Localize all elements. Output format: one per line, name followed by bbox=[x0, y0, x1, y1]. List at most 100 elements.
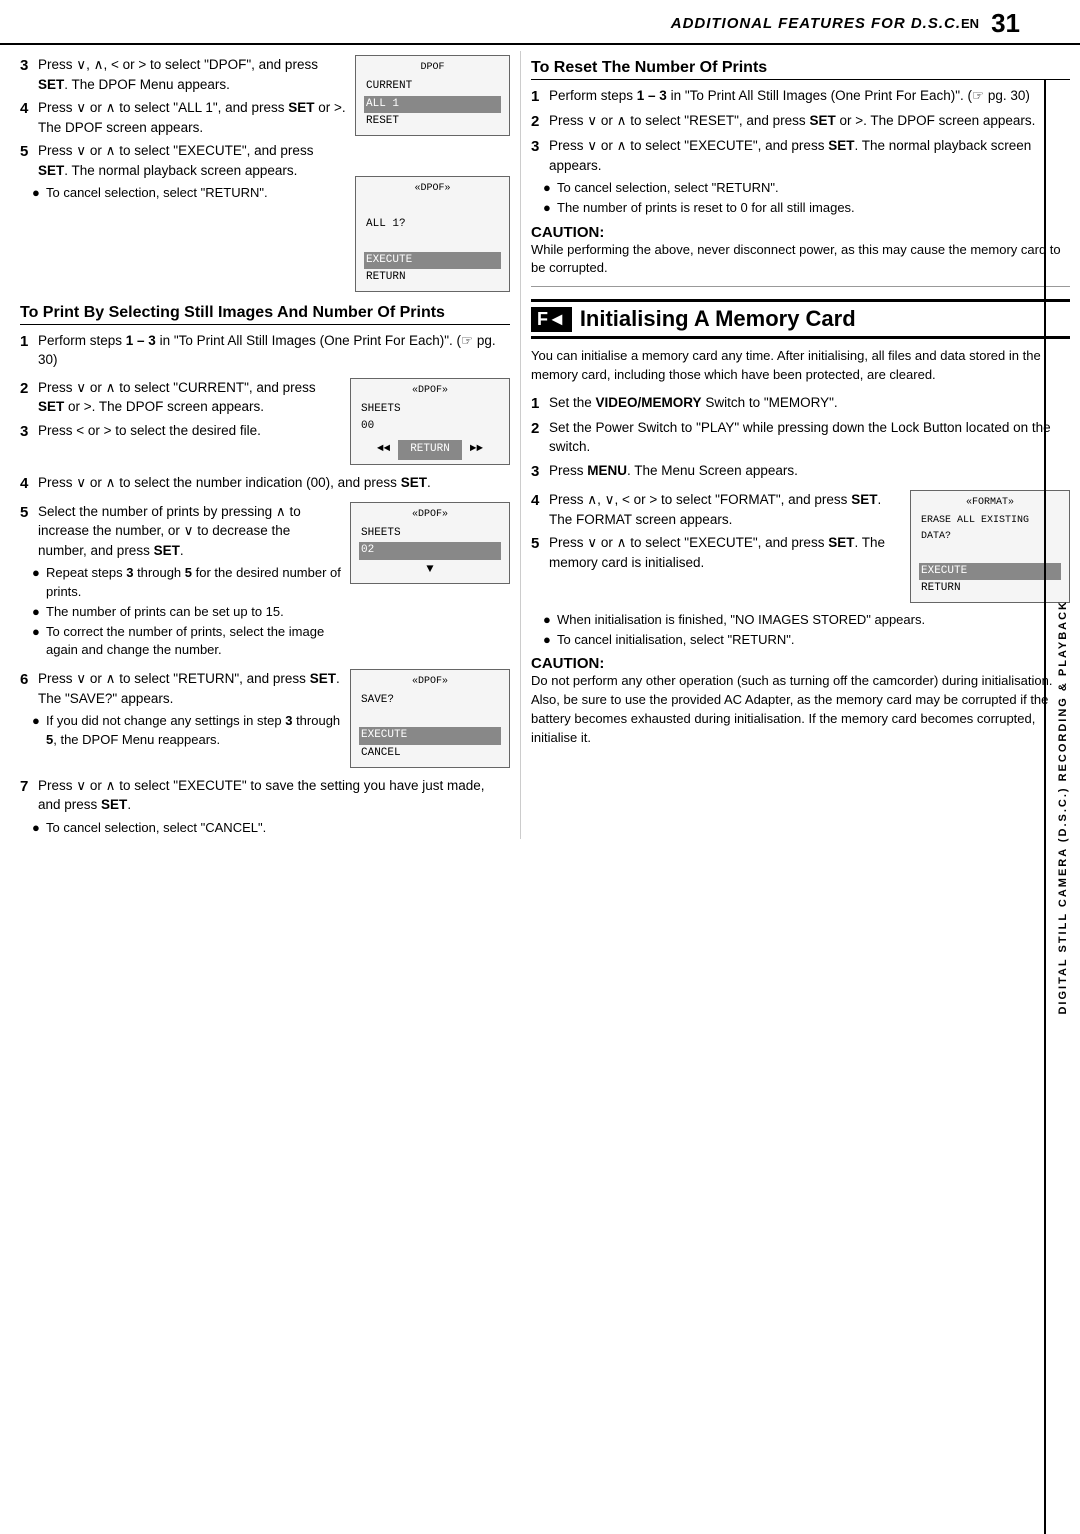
s1-step2-block: 2 Press ∨ or ∧ to select "CURRENT", and … bbox=[20, 374, 510, 469]
init-step1-num: 1 bbox=[531, 393, 545, 414]
sc-save-title: «DPOF» bbox=[359, 674, 501, 690]
format-screen-title: «FORMAT» bbox=[919, 495, 1061, 511]
s1-step4-text: Press ∨ or ∧ to select the number indica… bbox=[38, 473, 510, 494]
page-header: ADDITIONAL FEATURES FOR D.S.C. EN 31 bbox=[0, 0, 1080, 45]
screen2-row-return: RETURN bbox=[364, 269, 501, 287]
init-title-text: Initialising A Memory Card bbox=[580, 306, 856, 332]
s1-last-bullet: ● To cancel selection, select "CANCEL". bbox=[32, 819, 510, 837]
side-label-text: DIGITAL STILL CAMERA (D.S.C.) RECORDING … bbox=[1057, 600, 1069, 1015]
init-step2-text: Set the Power Switch to "PLAY" while pre… bbox=[549, 418, 1070, 457]
s1-screen6: «DPOF» SAVE? EXECUTE CANCEL bbox=[350, 665, 510, 771]
init-step4-num: 4 bbox=[531, 490, 545, 529]
caution1-text: While performing the above, never discon… bbox=[531, 241, 1070, 279]
sc-current-sheets: SHEETS bbox=[359, 401, 501, 419]
s1-step5-content: 5 Select the number of prints by pressin… bbox=[20, 498, 342, 662]
sc-current-nav: ◄◄ RETURN ►► bbox=[359, 440, 501, 460]
init-bullet2-text: To cancel initialisation, select "RETURN… bbox=[557, 631, 795, 649]
step-5-num: 5 bbox=[20, 141, 34, 180]
s1-step3-num: 3 bbox=[20, 421, 34, 442]
step-5-text: Press ∨ or ∧ to select "EXECUTE", and pr… bbox=[38, 141, 347, 180]
init-step3-text: Press MENU. The Menu Screen appears. bbox=[549, 461, 1070, 482]
s1-step6-text: Press ∨ or ∧ to select "RETURN", and pre… bbox=[38, 669, 342, 708]
s1-bullet2-text: The number of prints can be set up to 15… bbox=[46, 603, 284, 621]
s1-step2-text: Press ∨ or ∧ to select "CURRENT", and pr… bbox=[38, 378, 342, 417]
reset-bullet1: ● To cancel selection, select "RETURN". bbox=[543, 179, 1070, 197]
s1-screen5: «DPOF» SHEETS 02 ▼ bbox=[350, 498, 510, 588]
reset-step2: 2 Press ∨ or ∧ to select "RESET", and pr… bbox=[531, 111, 1070, 132]
side-label: DIGITAL STILL CAMERA (D.S.C.) RECORDING … bbox=[1044, 80, 1080, 1534]
init-step5-num: 5 bbox=[531, 533, 545, 572]
top-screen-area: DPOF CURRENT ALL 1 RESET «DPOF» ALL 1? E… bbox=[355, 51, 510, 296]
s1-step3-text: Press < or > to select the desired file. bbox=[38, 421, 342, 442]
s1-step6: 6 Press ∨ or ∧ to select "RETURN", and p… bbox=[20, 669, 342, 708]
sc-sheets-arrow: ▼ bbox=[359, 560, 501, 579]
reset-step1-num: 1 bbox=[531, 86, 545, 107]
top-bullet: ● To cancel selection, select "RETURN". bbox=[32, 184, 347, 202]
reset-step1-text: Perform steps 1 – 3 in "To Print All Sti… bbox=[549, 86, 1070, 107]
init-step3-num: 3 bbox=[531, 461, 545, 482]
s1-step6-block: 6 Press ∨ or ∧ to select "RETURN", and p… bbox=[20, 665, 510, 771]
s1-screen2: «DPOF» SHEETS 00 ◄◄ RETURN ►► bbox=[350, 374, 510, 469]
left-column: 3 Press ∨, ∧, < or > to select "DPOF", a… bbox=[20, 51, 510, 839]
s1-step1-text: Perform steps 1 – 3 in "To Print All Sti… bbox=[38, 331, 510, 370]
init-step1: 1 Set the VIDEO/MEMORY Switch to "MEMORY… bbox=[531, 393, 1070, 414]
sc-current-00: 00 bbox=[359, 418, 501, 436]
s1-bullet2: ● The number of prints can be set up to … bbox=[32, 603, 342, 621]
section1-title-text: To Print By Selecting Still Images And N… bbox=[20, 304, 445, 321]
init-section-title: F◄ Initialising A Memory Card bbox=[531, 299, 1070, 339]
init-step4-text: Press ∧, ∨, < or > to select "FORMAT", a… bbox=[549, 490, 902, 529]
s1-step6-num: 6 bbox=[20, 669, 34, 708]
screen2-row-blank2 bbox=[364, 234, 501, 252]
s1-step1-num: 1 bbox=[20, 331, 34, 370]
s1-bullet3: ● To correct the number of prints, selec… bbox=[32, 623, 342, 659]
init-bullet1: ● When initialisation is finished, "NO I… bbox=[543, 611, 1070, 629]
s1-step4-num: 4 bbox=[20, 473, 34, 494]
reset-title-text: To Reset The Number Of Prints bbox=[531, 59, 767, 76]
top-bullet-text: To cancel selection, select "RETURN". bbox=[46, 184, 268, 202]
s1-bullet3-text: To correct the number of prints, select … bbox=[46, 623, 342, 659]
section-separator bbox=[531, 286, 1070, 287]
caution2-text: Do not perform any other operation (such… bbox=[531, 672, 1070, 747]
init-step2: 2 Set the Power Switch to "PLAY" while p… bbox=[531, 418, 1070, 457]
sc-save-cancel: CANCEL bbox=[359, 745, 501, 763]
screen1-row-reset: RESET bbox=[364, 113, 501, 131]
s1-step2-content: 2 Press ∨ or ∧ to select "CURRENT", and … bbox=[20, 374, 342, 446]
sc-save-label: SAVE? bbox=[359, 692, 501, 710]
s1-step2: 2 Press ∨ or ∧ to select "CURRENT", and … bbox=[20, 378, 342, 417]
dpof-screen-current: «DPOF» SHEETS 00 ◄◄ RETURN ►► bbox=[350, 378, 510, 465]
init-step5: 5 Press ∨ or ∧ to select "EXECUTE", and … bbox=[531, 533, 902, 572]
s1-step6-content: 6 Press ∨ or ∧ to select "RETURN", and p… bbox=[20, 665, 342, 751]
header-page-number: 31 bbox=[991, 8, 1020, 39]
nav-return: RETURN bbox=[398, 440, 462, 460]
caution1-box: CAUTION: While performing the above, nev… bbox=[531, 224, 1070, 279]
init-step2-num: 2 bbox=[531, 418, 545, 457]
nav-left: ◄◄ bbox=[377, 441, 390, 459]
sc-save-execute: EXECUTE bbox=[359, 727, 501, 745]
dpof-screen-1: DPOF CURRENT ALL 1 RESET bbox=[355, 55, 510, 136]
header-title: ADDITIONAL FEATURES FOR D.S.C. bbox=[671, 15, 961, 32]
init-step4: 4 Press ∧, ∨, < or > to select "FORMAT",… bbox=[531, 490, 902, 529]
caution2-title: CAUTION: bbox=[531, 655, 1070, 672]
header-en: EN bbox=[961, 16, 979, 31]
reset-step2-num: 2 bbox=[531, 111, 545, 132]
nav-right: ►► bbox=[470, 441, 483, 459]
format-screen-return: RETURN bbox=[919, 580, 1061, 598]
sc-current-title: «DPOF» bbox=[359, 383, 501, 399]
s1-step7-num: 7 bbox=[20, 776, 34, 815]
f-badge: F◄ bbox=[531, 307, 572, 332]
format-screen-erase: ERASE ALL EXISTING DATA? bbox=[919, 513, 1061, 545]
screen1-row-current: CURRENT bbox=[364, 78, 501, 96]
sc-sheets-title: «DPOF» bbox=[359, 507, 501, 523]
s1-last-bullet-text: To cancel selection, select "CANCEL". bbox=[46, 819, 266, 837]
section1-title: To Print By Selecting Still Images And N… bbox=[20, 304, 510, 325]
top-steps-text: 3 Press ∨, ∧, < or > to select "DPOF", a… bbox=[20, 51, 347, 205]
s1-bullet1-text: Repeat steps 3 through 5 for the desired… bbox=[46, 564, 342, 600]
step-3-num: 3 bbox=[20, 55, 34, 94]
screen2-row-all1q: ALL 1? bbox=[364, 216, 501, 234]
reset-bullet2: ● The number of prints is reset to 0 for… bbox=[543, 199, 1070, 217]
reset-bullet2-text: The number of prints is reset to 0 for a… bbox=[557, 199, 855, 217]
init-bullet2: ● To cancel initialisation, select "RETU… bbox=[543, 631, 1070, 649]
format-screen-blank bbox=[919, 545, 1061, 563]
init-step3: 3 Press MENU. The Menu Screen appears. bbox=[531, 461, 1070, 482]
init-step5-text: Press ∨ or ∧ to select "EXECUTE", and pr… bbox=[549, 533, 902, 572]
